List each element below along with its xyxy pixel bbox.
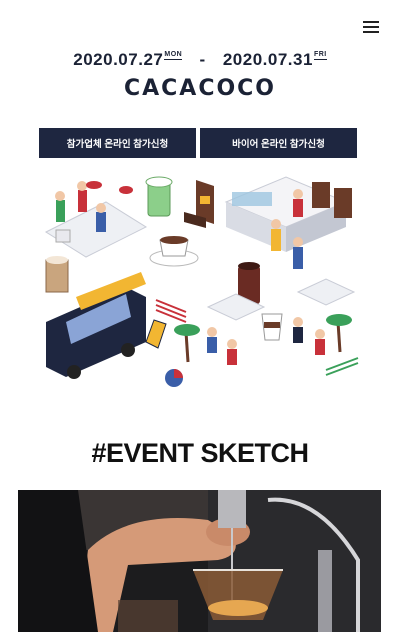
start-day: MON <box>164 51 183 60</box>
event-sketch-title: #EVENT SKETCH <box>91 438 309 468</box>
isometric-cafe-fair-illustration <box>44 176 359 387</box>
barista-coffee-brewing-photo <box>18 490 381 632</box>
buyer-apply-button[interactable]: 바이어 온라인 참가신청 <box>200 128 357 158</box>
end-day: FRI <box>313 51 327 60</box>
exhibitor-apply-button[interactable]: 참가업체 온라인 참가신청 <box>39 128 196 158</box>
start-date: 2020.07.27 <box>73 50 164 69</box>
site-logo[interactable]: CACACOCO <box>0 76 400 101</box>
hamburger-menu-icon[interactable] <box>361 19 381 35</box>
end-date: 2020.07.31 <box>222 50 313 69</box>
event-dates: 2020.07.27MON - 2020.07.31FRI <box>0 50 400 70</box>
date-separator: - <box>199 50 206 69</box>
